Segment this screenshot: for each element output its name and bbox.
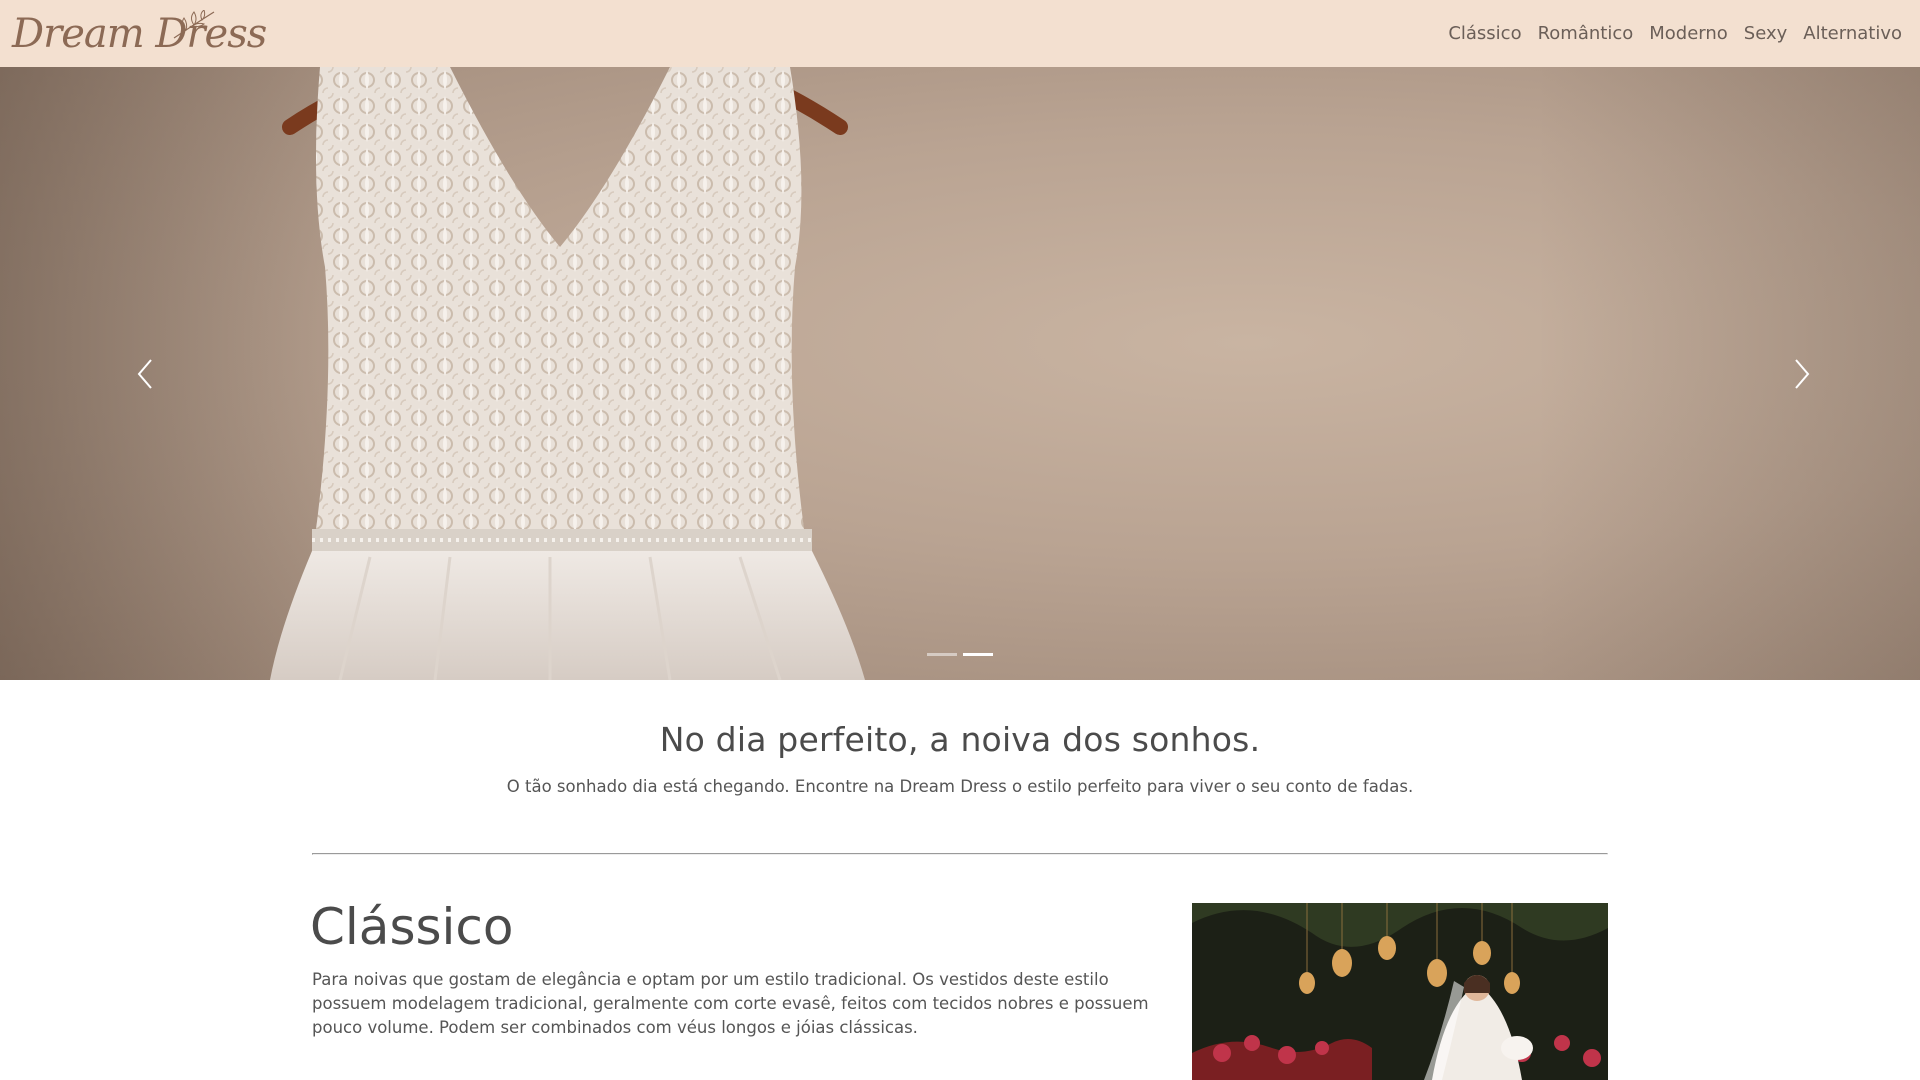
divider <box>312 853 1608 855</box>
brand-logo[interactable]: Dream Dress <box>12 6 267 62</box>
carousel-next-button[interactable] <box>1737 67 1867 680</box>
navbar: Dream Dress Clássico Romântico Moderno S… <box>0 0 1920 67</box>
section-text: Para noivas que gostam de elegância e op… <box>312 970 1149 1037</box>
intro-title: No dia perfeito, a noiva dos sonhos. <box>659 720 1261 759</box>
carousel-indicators <box>0 653 1920 656</box>
wedding-dress-image <box>270 67 865 680</box>
intro-text: O tão sonhado dia está chegando. Encontr… <box>506 777 1414 796</box>
nav-link-sexy[interactable]: Sexy <box>1744 23 1788 44</box>
chevron-right-icon <box>1795 358 1810 389</box>
hero-carousel <box>0 67 1920 680</box>
nav-link-alternativo[interactable]: Alternativo <box>1803 23 1902 44</box>
brand-name: Dream Dress <box>12 10 267 57</box>
carousel-indicator-2[interactable] <box>963 653 993 656</box>
bride-photo <box>1192 903 1608 1080</box>
carousel-indicator-1[interactable] <box>927 653 957 656</box>
chevron-left-icon <box>137 358 152 389</box>
intro: No dia perfeito, a noiva dos sonhos. O t… <box>0 720 1920 796</box>
carousel-prev-button[interactable] <box>80 67 210 680</box>
bride-scene-image <box>1192 903 1608 1080</box>
nav-link-moderno[interactable]: Moderno <box>1649 23 1728 44</box>
nav-menu: Clássico Romântico Moderno Sexy Alternat… <box>1448 23 1902 44</box>
leaf-icon <box>173 9 215 38</box>
nav-link-romantico[interactable]: Romântico <box>1538 23 1634 44</box>
nav-link-classico[interactable]: Clássico <box>1448 23 1521 44</box>
section-title: Clássico <box>310 898 514 956</box>
